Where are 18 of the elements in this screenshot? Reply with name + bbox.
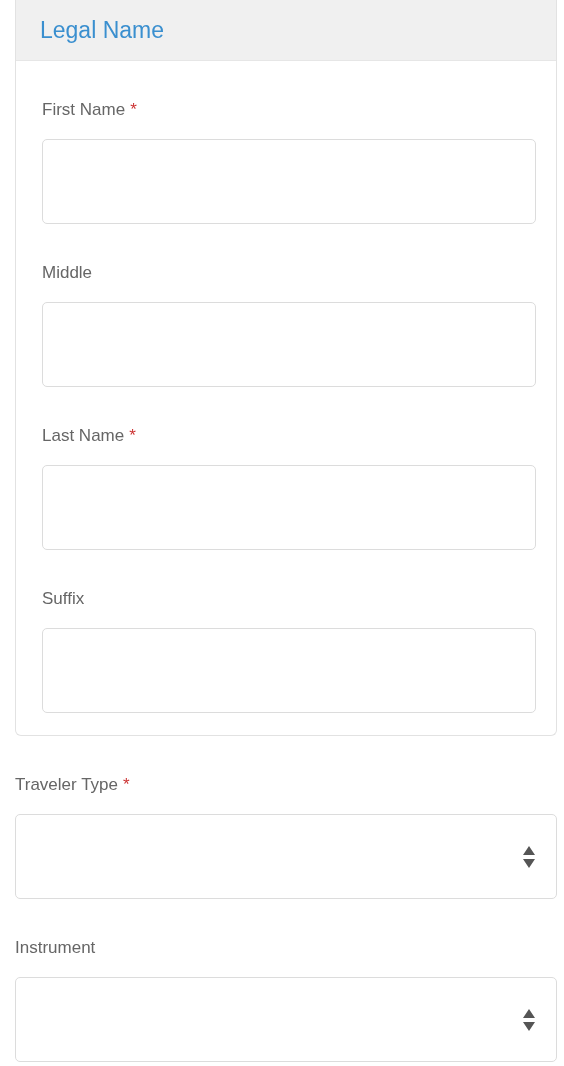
input-field[interactable] [42,302,536,387]
input-field[interactable] [42,628,536,713]
input-field[interactable] [42,139,536,224]
sort-arrows-icon [522,1007,536,1032]
field-label: Last Name [42,426,125,446]
required-mark: * [129,426,136,446]
required-mark: * [130,100,137,120]
required-mark: * [123,775,130,795]
select-field[interactable] [15,814,557,899]
field-label: Middle [42,263,93,283]
sort-arrows-icon [522,844,536,869]
input-field[interactable] [42,465,536,550]
field-label: Suffix [42,589,85,609]
field-label: Instrument [15,938,96,958]
select-field[interactable] [15,977,557,1062]
section-title: Legal Name [40,16,165,44]
field-label: First Name [42,100,126,120]
field-label: Traveler Type [15,775,118,795]
